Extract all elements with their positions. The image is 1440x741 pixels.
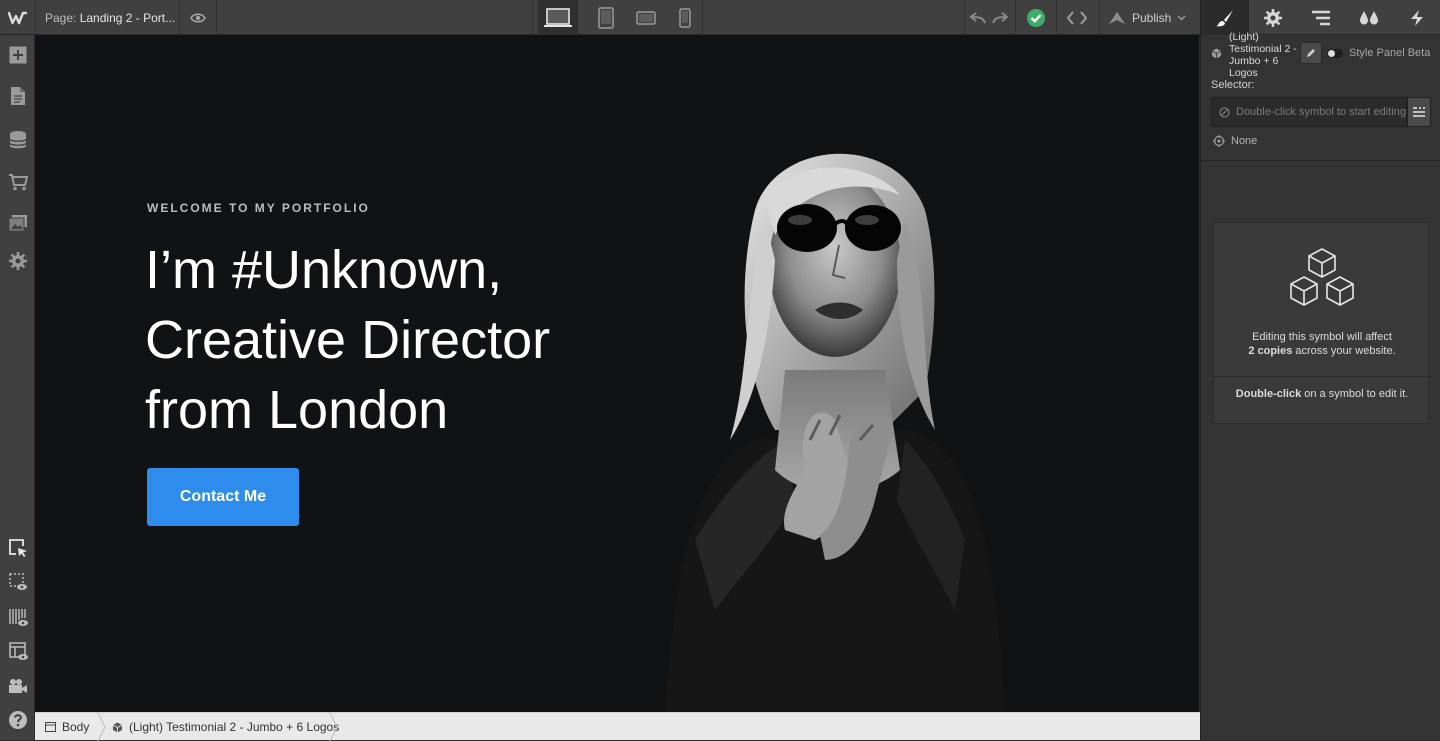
webflow-logo-icon[interactable] (0, 0, 35, 35)
help-icon[interactable] (0, 703, 35, 737)
symbol-name: (Light) Testimonial 2 - Jumbo + 6 Logos (1229, 31, 1297, 79)
chevron-down-icon (1177, 15, 1186, 20)
breadcrumb-label: (Light) Testimonial 2 - Jumbo + 6 Logos (129, 720, 340, 734)
navigator-icon[interactable] (1297, 0, 1345, 35)
breadcrumb-symbol[interactable]: (Light) Testimonial 2 - Jumbo + 6 Logos (112, 713, 339, 741)
list-options-icon (1413, 107, 1425, 117)
device-desktop-icon[interactable] (538, 0, 578, 35)
hint-rest: on a symbol to edit it. (1301, 388, 1409, 400)
top-toolbar: Page: Landing 2 - Port... Publish (0, 0, 1200, 35)
breadcrumb: Body (Light) Testimonial 2 - Jumbo + 6 L… (35, 712, 1200, 741)
assets-icon[interactable] (0, 206, 35, 240)
breadcrumb-label: Body (62, 720, 90, 734)
hero-eyebrow: WELCOME TO MY PORTFOLIO (147, 201, 370, 215)
panel-divider (1201, 160, 1440, 161)
device-tablet-icon[interactable] (586, 0, 626, 35)
page-prefix: Page: (45, 11, 77, 25)
selector-menu-button[interactable] (1407, 97, 1431, 127)
symbol-warning-rest: across your website. (1292, 345, 1396, 357)
edit-symbol-button[interactable] (1300, 42, 1322, 64)
style-brush-icon[interactable] (1201, 0, 1249, 35)
pages-icon[interactable] (0, 79, 35, 113)
publish-button[interactable]: Publish (1100, 0, 1200, 35)
preview-element-icon[interactable] (0, 565, 35, 599)
right-panel: (Light) Testimonial 2 - Jumbo + 6 Logos … (1200, 0, 1440, 740)
ecommerce-icon[interactable] (0, 165, 35, 199)
style-panel-beta-label: Style Panel Beta (1349, 47, 1431, 59)
portrait-photo (665, 153, 1005, 712)
publish-label: Publish (1132, 10, 1172, 25)
panel-tabs (1201, 0, 1440, 35)
hint-action: Double-click (1235, 388, 1302, 400)
breadcrumb-body[interactable]: Body (45, 713, 89, 741)
video-tutorials-icon[interactable] (0, 669, 35, 703)
contact-me-button[interactable]: Contact Me (147, 468, 299, 526)
breadcrumb-chevron-icon (329, 713, 338, 741)
target-icon (1213, 135, 1225, 147)
inheritance-none-label: None (1231, 135, 1258, 147)
add-icon[interactable] (0, 38, 35, 72)
style-panel-beta-toggle[interactable] (1327, 49, 1343, 58)
body-icon (45, 722, 56, 732)
hero-heading-line-3: from London (145, 380, 449, 440)
no-entry-icon (1219, 106, 1230, 118)
symbol-cube-icon (1211, 48, 1222, 59)
selector-placeholder: Double-click symbol to start editing (1236, 106, 1406, 118)
publish-rocket-icon (1109, 11, 1125, 24)
symbol-warning-text: Editing this symbol will affect 2 copies… (1214, 330, 1430, 358)
inheritance-row[interactable]: None (1213, 135, 1257, 147)
symbol-edit-hint: Double-click on a symbol to edit it. (1214, 388, 1430, 400)
save-status-check-icon (1016, 0, 1056, 35)
card-divider (1214, 376, 1430, 377)
page-selector[interactable]: Page: Landing 2 - Port... (45, 11, 175, 25)
symbol-warning-line1: Editing this symbol will affect (1252, 331, 1392, 343)
symbol-warning-line2: 2 copies across your website. (1214, 344, 1430, 358)
page-name: Landing 2 - Port... (79, 11, 176, 25)
breadcrumb-chevron-icon (97, 713, 106, 741)
device-mobile-portrait-icon[interactable] (665, 0, 705, 35)
symbol-info-card: Editing this symbol will affect 2 copies… (1213, 222, 1430, 424)
symbol-cube-icon (112, 722, 123, 732)
left-sidebar (0, 35, 35, 740)
hero-heading-line-1: I’m #Unknown, (145, 240, 503, 300)
design-canvas[interactable]: WELCOME TO MY PORTFOLIO I’m #Unknown, Cr… (35, 35, 1199, 712)
layout-preview-icon[interactable] (0, 634, 35, 668)
preview-eye-icon[interactable] (180, 0, 216, 35)
redo-icon[interactable] (988, 0, 1012, 35)
interactions-icon[interactable] (1393, 0, 1440, 35)
element-settings-icon[interactable] (1249, 0, 1297, 35)
select-element-icon[interactable] (0, 531, 35, 565)
undo-icon[interactable] (966, 0, 990, 35)
hero-heading-line-2: Creative Director (145, 310, 551, 370)
settings-icon[interactable] (0, 244, 35, 278)
copies-count: 2 copies (1248, 345, 1293, 357)
grid-overlay-icon[interactable] (0, 600, 35, 634)
selector-input[interactable]: Double-click symbol to start editing (1211, 97, 1407, 127)
style-manager-icon[interactable] (1345, 0, 1393, 35)
device-mobile-landscape-icon[interactable] (626, 0, 666, 35)
code-export-icon[interactable] (1057, 0, 1097, 35)
cms-icon[interactable] (0, 123, 35, 157)
hero-heading: I’m #Unknown, Creative Director from Lon… (145, 235, 605, 445)
symbols-cubes-icon (1290, 248, 1354, 306)
pencil-icon (1307, 49, 1315, 57)
selector-label: Selector: (1211, 79, 1255, 91)
